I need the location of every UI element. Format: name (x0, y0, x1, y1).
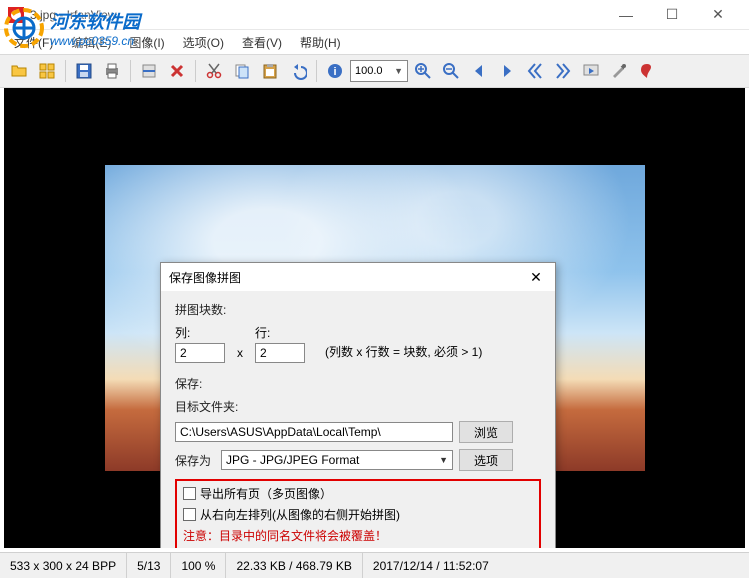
maximize-button[interactable]: ☐ (649, 0, 695, 30)
toolbar: i 100.0 ▼ (0, 54, 749, 88)
dialog-close-button[interactable]: ✕ (525, 269, 547, 286)
cut-icon[interactable] (201, 58, 227, 84)
target-folder-label: 目标文件夹: (175, 400, 238, 414)
copy-icon[interactable] (229, 58, 255, 84)
menu-view[interactable]: 查看(V) (234, 32, 290, 53)
image-viewport[interactable]: 保存图像拼图 ✕ 拼图块数: 列: x 行: (列数 x 行数 = 块数, 必须… (4, 88, 745, 548)
save-section-label: 保存: (175, 377, 202, 391)
scan-icon[interactable] (136, 58, 162, 84)
app-icon (8, 7, 24, 23)
status-dimensions: 533 x 300 x 24 BPP (0, 553, 127, 578)
zoom-combo[interactable]: 100.0 ▼ (350, 60, 408, 82)
print-icon[interactable] (99, 58, 125, 84)
save-icon[interactable] (71, 58, 97, 84)
cols-label: 列: (175, 324, 225, 341)
options-button[interactable]: 选项 (459, 449, 513, 471)
multiply-sign: x (237, 346, 243, 360)
dialog-title: 保存图像拼图 (169, 269, 241, 286)
rtl-order-checkbox[interactable] (183, 508, 196, 521)
cols-input[interactable] (175, 343, 225, 363)
highlighted-options: 导出所有页（多页图像） 从右向左排列(从图像的右侧开始拼图) 注意：目录中的同名… (175, 479, 541, 548)
status-date: 2017/12/14 / 11:52:07 (363, 553, 499, 578)
menu-help[interactable]: 帮助(H) (292, 32, 349, 53)
format-value: JPG - JPG/JPEG Format (226, 453, 359, 467)
prev-icon[interactable] (466, 58, 492, 84)
next-icon[interactable] (494, 58, 520, 84)
status-zoom: 100 % (171, 553, 226, 578)
window-title: 3.jpg - IrfanView (30, 8, 603, 22)
undo-icon[interactable] (285, 58, 311, 84)
zoomin-icon[interactable] (410, 58, 436, 84)
slideshow-icon[interactable] (578, 58, 604, 84)
target-folder-input[interactable] (175, 422, 453, 442)
export-all-pages-checkbox[interactable] (183, 487, 196, 500)
dialog-titlebar[interactable]: 保存图像拼图 ✕ (161, 263, 555, 291)
next-dir-icon[interactable] (550, 58, 576, 84)
about-icon[interactable] (634, 58, 660, 84)
overwrite-warning: 注意：目录中的同名文件将会被覆盖！ (183, 527, 533, 544)
format-combo[interactable]: JPG - JPG/JPEG Format ▼ (221, 450, 453, 470)
statusbar: 533 x 300 x 24 BPP 5/13 100 % 22.33 KB /… (0, 552, 749, 578)
close-button[interactable]: ✕ (695, 0, 741, 30)
tiles-label: 拼图块数: (175, 303, 226, 317)
rtl-order-label: 从右向左排列(从图像的右侧开始拼图) (200, 506, 400, 523)
menu-file[interactable]: 文件(F) (6, 32, 61, 53)
chevron-down-icon: ▼ (394, 66, 403, 76)
tiles-hint: (列数 x 行数 = 块数, 必须 > 1) (325, 343, 482, 360)
browse-button[interactable]: 浏览 (459, 421, 513, 443)
minimize-button[interactable]: — (603, 0, 649, 30)
menu-options[interactable]: 选项(O) (175, 32, 232, 53)
menubar: 文件(F) 编辑(E) 图像(I) 选项(O) 查看(V) 帮助(H) (0, 30, 749, 54)
svg-text:i: i (333, 66, 336, 78)
export-all-pages-label: 导出所有页（多页图像） (200, 485, 332, 502)
delete-icon[interactable] (164, 58, 190, 84)
zoom-value: 100.0 (355, 65, 383, 77)
zoomout-icon[interactable] (438, 58, 464, 84)
open-icon[interactable] (6, 58, 32, 84)
chevron-down-icon: ▼ (439, 455, 448, 465)
rows-input[interactable] (255, 343, 305, 363)
menu-edit[interactable]: 编辑(E) (63, 32, 119, 53)
prev-dir-icon[interactable] (522, 58, 548, 84)
rows-label: 行: (255, 324, 305, 341)
thumbnail-icon[interactable] (34, 58, 60, 84)
info-icon[interactable]: i (322, 58, 348, 84)
save-tile-dialog: 保存图像拼图 ✕ 拼图块数: 列: x 行: (列数 x 行数 = 块数, 必须… (160, 262, 556, 548)
saveas-label: 保存为 (175, 452, 215, 469)
menu-image[interactable]: 图像(I) (121, 32, 172, 53)
paste-icon[interactable] (257, 58, 283, 84)
settings-icon[interactable] (606, 58, 632, 84)
status-page: 5/13 (127, 553, 171, 578)
titlebar: 3.jpg - IrfanView — ☐ ✕ (0, 0, 749, 30)
status-size: 22.33 KB / 468.79 KB (226, 553, 362, 578)
